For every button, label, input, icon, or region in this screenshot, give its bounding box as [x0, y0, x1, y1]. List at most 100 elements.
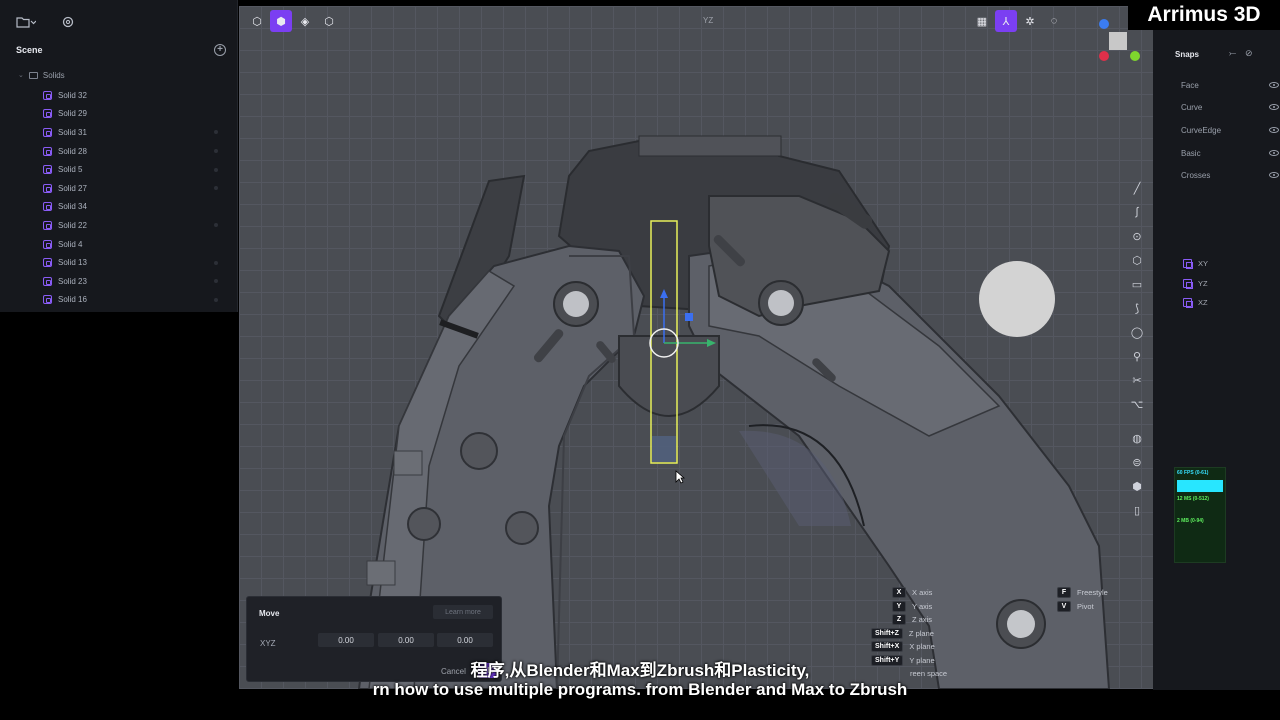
list-item[interactable]: Solid 28 — [18, 142, 228, 161]
fillet-tool-icon[interactable]: ◯ — [1126, 322, 1148, 342]
scene-tree: ⌄ Solids Solid 32 Solid 29 Solid 31 Soli… — [18, 68, 228, 309]
plus-circle-icon[interactable]: + — [214, 44, 226, 56]
list-item[interactable]: Solid 13 — [18, 253, 228, 272]
visibility-dot[interactable] — [214, 167, 218, 172]
folder-label: Solids — [42, 70, 65, 80]
list-item[interactable]: Solid 31 — [18, 123, 228, 142]
list-item[interactable]: Solid 32 — [18, 86, 228, 105]
solid-icon — [43, 295, 52, 305]
y-value-input[interactable]: 0.00 — [378, 633, 434, 647]
eye-icon[interactable] — [1269, 127, 1279, 133]
list-item[interactable]: Solid 16 — [18, 291, 228, 310]
solid-label: Solid 34 — [58, 202, 87, 212]
plane-icon — [1183, 279, 1193, 289]
camera-icon[interactable]: ◌ — [1043, 10, 1065, 32]
snap-item-curve[interactable]: Curve — [1181, 103, 1279, 112]
solid-icon — [43, 146, 52, 156]
line-tool-icon[interactable]: ╱ — [1126, 178, 1148, 198]
eye-icon[interactable] — [1269, 150, 1279, 156]
box-tool-icon[interactable]: ⬢ — [1126, 476, 1148, 496]
solid-label: Solid 5 — [58, 165, 83, 175]
polygon-tool-icon[interactable]: ⬡ — [1126, 250, 1148, 270]
shortcut-key: Shift+X — [871, 641, 904, 653]
list-item[interactable]: Solid 29 — [18, 105, 228, 124]
branch-tool-icon[interactable]: ⌥ — [1126, 394, 1148, 414]
solid-label: Solid 4 — [58, 239, 83, 249]
z-value-input[interactable]: 0.00 — [437, 633, 493, 647]
cut-tool-icon[interactable]: ✂ — [1126, 370, 1148, 390]
shortcut-key: Z — [892, 614, 906, 626]
learn-more-button[interactable]: Learn more — [433, 605, 493, 619]
plane-item-yz[interactable]: YZ — [1183, 279, 1208, 289]
snap-label: Crosses — [1181, 171, 1211, 180]
list-item[interactable]: Solid 4 — [18, 235, 228, 254]
list-item[interactable]: Solid 27 — [18, 179, 228, 198]
visibility-dot[interactable] — [214, 260, 218, 265]
solid-icon — [43, 127, 52, 137]
solid-label: Solid 32 — [58, 90, 87, 100]
plane-item-xy[interactable]: XY — [1183, 259, 1209, 269]
plane-label: XY — [1198, 259, 1209, 268]
snap-item-curveedge[interactable]: CurveEdge — [1181, 126, 1279, 135]
list-item[interactable]: Solid 23 — [18, 272, 228, 291]
solid-icon — [43, 109, 52, 119]
visibility-dot[interactable] — [214, 130, 218, 135]
plane-item-xz[interactable]: XZ — [1183, 298, 1208, 308]
render-icon[interactable]: ✲ — [1019, 10, 1041, 32]
shortcut-label: Y axis — [912, 601, 933, 611]
attach-tool-icon[interactable]: ⚲ — [1126, 346, 1148, 366]
mb-stat: 2 MB (0-94) — [1177, 518, 1204, 524]
layers-tool-icon[interactable]: ⊜ — [1126, 452, 1148, 472]
shortcut-label: X plane — [909, 642, 935, 652]
list-item[interactable]: Solid 34 — [18, 198, 228, 217]
snap-disable-icon[interactable]: ⊘ — [1245, 48, 1253, 59]
cube-icon[interactable]: ⬡ — [318, 10, 340, 32]
solid-view-icon[interactable]: ◈ — [294, 10, 316, 32]
chevron-down-icon[interactable]: ⌄ — [18, 71, 24, 79]
axes-icon[interactable]: ⅄ — [995, 10, 1017, 32]
shortcut-label: Freestyle — [1077, 588, 1108, 598]
circle-tool-icon[interactable]: ⊙ — [1126, 226, 1148, 246]
solid-label: Solid 13 — [58, 258, 87, 268]
grid-icon[interactable]: ▦ — [971, 10, 993, 32]
snap-toggle-icon[interactable]: ⤚ — [1229, 48, 1236, 59]
snap-item-crosses[interactable]: Crosses — [1181, 171, 1279, 180]
x-value-input[interactable]: 0.00 — [318, 633, 374, 647]
solid-label: Solid 23 — [58, 276, 87, 286]
eye-icon[interactable] — [1269, 172, 1279, 178]
eye-icon[interactable] — [1269, 82, 1279, 88]
solid-label: Solid 29 — [58, 109, 87, 119]
app-window: Scene + ⌄ Solids Solid 32 Solid 29 Solid… — [0, 0, 1280, 720]
visibility-dot[interactable] — [214, 186, 218, 191]
solids-folder[interactable]: ⌄ Solids — [18, 68, 228, 82]
visibility-dot[interactable] — [214, 223, 218, 228]
eye-icon[interactable] — [1269, 104, 1279, 110]
mouse-cursor-icon — [675, 470, 685, 484]
solid-icon — [43, 183, 52, 193]
3d-viewport[interactable]: ⬡ ⬢ ◈ ⬡ YZ ▦ ⅄ ✲ ◌ ╱ ∫ ⊙ ⬡ ▭ ⟆ ◯ ⚲ ✂ ⌥ ◍… — [239, 6, 1153, 689]
globe-tool-icon[interactable]: ◍ — [1126, 428, 1148, 448]
snap-item-basic[interactable]: Basic — [1181, 149, 1279, 158]
model-render[interactable] — [239, 6, 1153, 689]
curve-tool-icon[interactable]: ∫ — [1126, 202, 1148, 222]
offset-tool-icon[interactable]: ⟆ — [1126, 298, 1148, 318]
snap-item-face[interactable]: Face — [1181, 81, 1279, 90]
visibility-dot[interactable] — [214, 149, 218, 154]
rectangle-tool-icon[interactable]: ▭ — [1126, 274, 1148, 294]
list-item[interactable]: Solid 5 — [18, 160, 228, 179]
face-select-icon[interactable]: ⬢ — [270, 10, 292, 32]
visibility-dot[interactable] — [214, 297, 218, 302]
move-title: Move — [259, 609, 280, 618]
snaps-panel: Snaps ⤚ ⊘ Face Curve CurveEdge Basic Cro… — [1153, 30, 1280, 690]
visibility-dot[interactable] — [214, 279, 218, 284]
phone-tool-icon[interactable]: ▯ — [1126, 500, 1148, 520]
gear-icon[interactable] — [54, 12, 82, 32]
snap-label: Curve — [1181, 103, 1203, 112]
fps-stat: 60 FPS (0-61) — [1177, 470, 1209, 476]
folder-menu-icon[interactable] — [12, 12, 40, 32]
solid-icon — [43, 220, 52, 230]
matcap-sphere[interactable] — [979, 261, 1055, 337]
list-item[interactable]: Solid 22 — [18, 216, 228, 235]
plane-icon — [1183, 259, 1193, 269]
object-select-icon[interactable]: ⬡ — [246, 10, 268, 32]
